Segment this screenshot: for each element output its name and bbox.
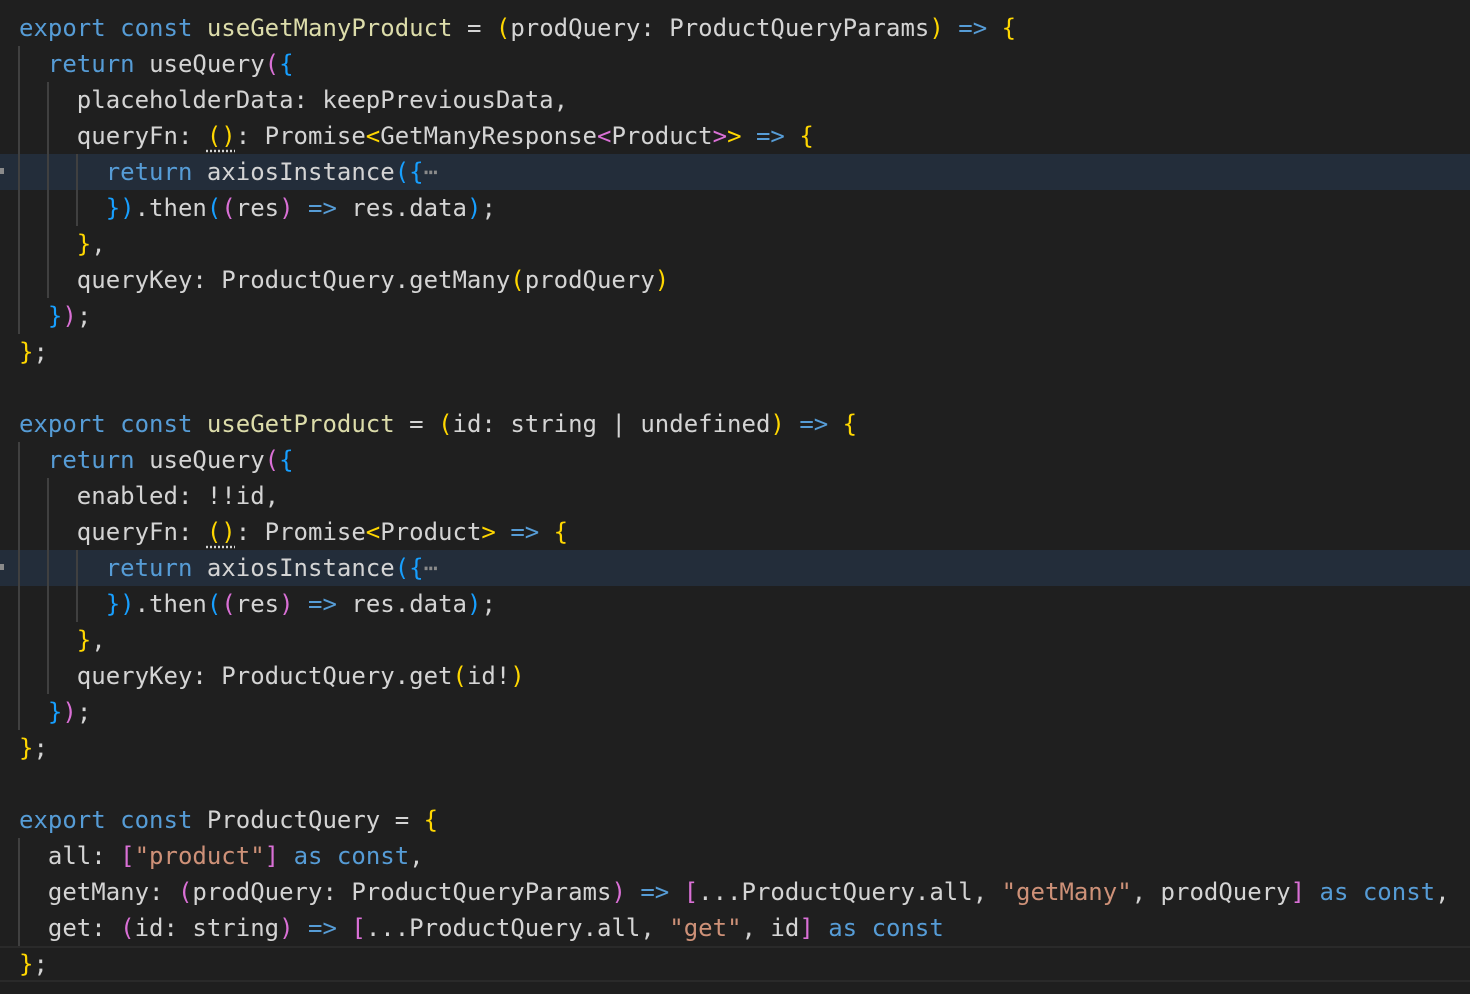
code-line[interactable]: }, bbox=[0, 226, 1470, 262]
code-line[interactable]: }; bbox=[0, 730, 1470, 766]
code-line[interactable]: get: (id: string) => [...ProductQuery.al… bbox=[0, 910, 1470, 946]
code-line[interactable]: queryKey: ProductQuery.get(id!) bbox=[0, 658, 1470, 694]
keyword-return: return bbox=[47, 50, 135, 78]
code-line[interactable]: export const ProductQuery = { bbox=[0, 802, 1470, 838]
code-line[interactable]: }); bbox=[0, 298, 1470, 334]
code-line[interactable]: }).then((res) => res.data); bbox=[0, 190, 1470, 226]
code-editor[interactable]: export const useGetManyProduct = (prodQu… bbox=[0, 0, 1470, 994]
code-line[interactable] bbox=[0, 766, 1470, 802]
code-line[interactable]: export const useGetManyProduct = (prodQu… bbox=[0, 10, 1470, 46]
folded-code-line[interactable]: return axiosInstance({⋯ bbox=[0, 550, 1470, 586]
code-line[interactable]: export const useGetProduct = (id: string… bbox=[0, 406, 1470, 442]
keyword-const: const bbox=[120, 14, 193, 42]
folded-code-line[interactable]: return axiosInstance({⋯ bbox=[0, 154, 1470, 190]
keyword-export: export bbox=[19, 14, 106, 42]
code-line[interactable]: queryFn: (): Promise<GetManyResponse<Pro… bbox=[0, 118, 1470, 154]
code-line[interactable] bbox=[0, 370, 1470, 406]
code-line[interactable]: queryKey: ProductQuery.getMany(prodQuery… bbox=[0, 262, 1470, 298]
code-line[interactable]: queryFn: (): Promise<Product> => { bbox=[0, 514, 1470, 550]
code-line[interactable]: }).then((res) => res.data); bbox=[0, 586, 1470, 622]
fold-chevron-icon[interactable] bbox=[0, 168, 4, 174]
code-line[interactable]: placeholderData: keepPreviousData, bbox=[0, 82, 1470, 118]
code-line[interactable]: return useQuery({ bbox=[0, 46, 1470, 82]
current-code-line[interactable]: }; bbox=[0, 946, 1470, 982]
code-line[interactable]: return useQuery({ bbox=[0, 442, 1470, 478]
fold-chevron-icon[interactable] bbox=[0, 564, 4, 570]
code-line[interactable]: enabled: !!id, bbox=[0, 478, 1470, 514]
identifier: useGetManyProduct bbox=[206, 14, 453, 42]
code-line[interactable]: getMany: (prodQuery: ProductQueryParams)… bbox=[0, 874, 1470, 910]
code-line[interactable]: }); bbox=[0, 694, 1470, 730]
folded-region-ellipsis[interactable]: ⋯ bbox=[424, 158, 439, 186]
code-line[interactable]: }, bbox=[0, 622, 1470, 658]
folded-region-ellipsis[interactable]: ⋯ bbox=[424, 554, 439, 582]
arrow-token: => bbox=[958, 14, 988, 42]
code-line[interactable]: all: ["product"] as const, bbox=[0, 838, 1470, 874]
code-line[interactable]: }; bbox=[0, 334, 1470, 370]
